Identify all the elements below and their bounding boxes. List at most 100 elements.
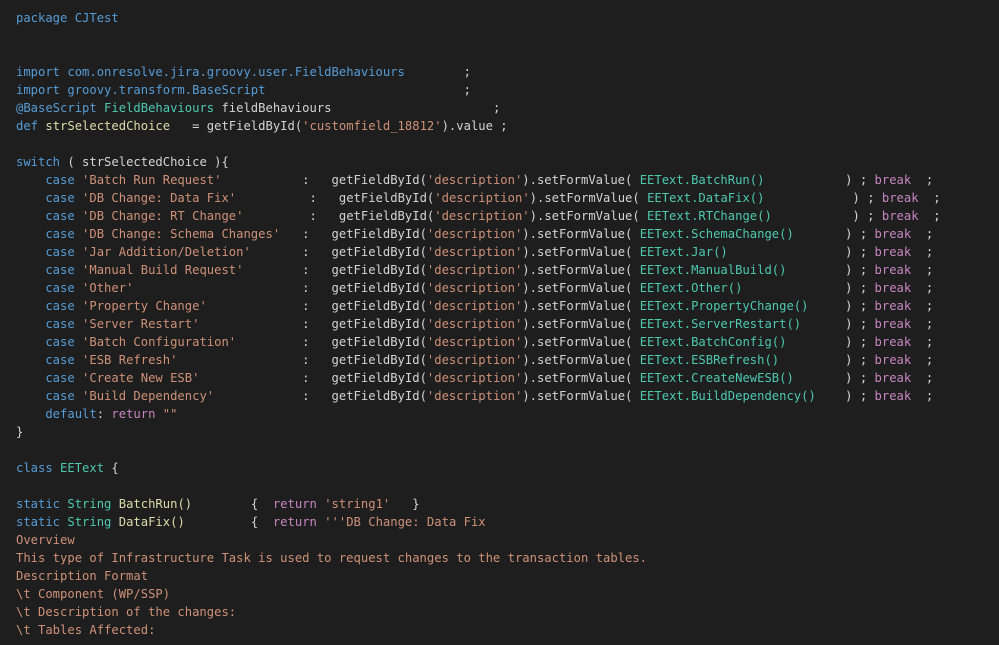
code-token: ; [918, 191, 941, 205]
code-token: ).setFormValue( [522, 371, 640, 385]
code-token: : getFieldById( [206, 299, 427, 313]
code-token: 'Server Restart' [74, 317, 200, 331]
code-token: break [874, 389, 912, 403]
code-line[interactable]: This type of Infrastructure Task is used… [16, 549, 647, 567]
code-token: strSelectedChoice [38, 119, 171, 133]
code-token: break [874, 263, 912, 277]
code-token: break [874, 353, 912, 367]
code-token: 'Build Dependency' [74, 389, 215, 403]
code-token: 'description' [426, 281, 523, 295]
code-token: ) ; [793, 227, 875, 241]
code-token: .ServerRestart() [683, 317, 802, 331]
code-token: EEText [639, 263, 684, 277]
code-token: ; [911, 353, 934, 367]
code-editor[interactable]: package CJTest import com.onresolve.jira.… [0, 0, 999, 645]
code-token: EEText [639, 281, 684, 295]
code-line[interactable]: case 'Create New ESB' : getFieldById('de… [16, 369, 933, 387]
code-token: { [184, 515, 273, 529]
code-line[interactable]: case 'Batch Run Request' : getFieldById(… [16, 171, 933, 189]
code-line[interactable]: case 'Build Dependency' : getFieldById('… [16, 387, 933, 405]
code-line[interactable]: } [16, 423, 23, 441]
code-line[interactable]: case 'Batch Configuration' : getFieldByI… [16, 333, 933, 351]
code-token: break [874, 173, 912, 187]
code-token: ; [911, 371, 934, 385]
code-token: break [881, 209, 919, 223]
code-line[interactable]: Overview [16, 531, 75, 549]
code-token: } [390, 497, 420, 511]
code-token: ).setFormValue( [522, 389, 640, 403]
code-token: \t Tables Affected: [16, 623, 156, 637]
code-token: com.onresolve.jira.groovy.user.FieldBeha… [60, 65, 405, 79]
code-line[interactable]: static String DataFix() { return '''DB C… [16, 513, 486, 531]
code-line[interactable]: Description Format [16, 567, 148, 585]
code-token: This type of Infrastructure Task is used… [16, 551, 648, 565]
code-token: case [16, 299, 75, 313]
code-token: Overview [16, 533, 75, 547]
code-token: 'description' [434, 209, 530, 223]
code-token: 'description' [426, 263, 523, 277]
code-token: EEText [639, 335, 684, 349]
code-token: ; [911, 281, 934, 295]
code-line[interactable]: @BaseScript FieldBehaviours fieldBehavio… [16, 99, 500, 117]
code-token: .Other() [683, 281, 743, 295]
code-token: ; [265, 83, 471, 97]
code-token: 'Batch Run Request' [74, 173, 222, 187]
code-token: break [881, 191, 919, 205]
code-line[interactable]: \t Tables Affected: [16, 621, 155, 639]
code-line[interactable]: case 'Manual Build Request' : getFieldBy… [16, 261, 933, 279]
code-line[interactable]: package CJTest [16, 9, 119, 27]
code-token: ).setFormValue( [522, 173, 640, 187]
code-token: ; [331, 101, 501, 115]
code-line[interactable]: default: return "" [16, 405, 177, 423]
code-line[interactable]: \t Component (WP/SSP) [16, 585, 170, 603]
code-line[interactable]: class EEText { [16, 459, 119, 477]
code-token: : getFieldById( [133, 281, 427, 295]
code-token: .ManualBuild() [683, 263, 787, 277]
code-token: EEText [639, 299, 684, 313]
code-token: 'description' [426, 173, 523, 187]
code-line[interactable]: case 'Property Change' : getFieldById('d… [16, 297, 933, 315]
code-token: 'Batch Configuration' [74, 335, 237, 349]
code-line[interactable]: case 'Other' : getFieldById('description… [16, 279, 933, 297]
code-line[interactable]: switch ( strSelectedChoice ){ [16, 153, 229, 171]
code-token: .PropertyChange() [683, 299, 809, 313]
code-line[interactable]: case 'DB Change: Data Fix' : getFieldByI… [16, 189, 941, 207]
code-token: ; [911, 263, 934, 277]
code-token: ) ; [801, 317, 875, 331]
code-token: ) ; [808, 299, 875, 313]
code-token: ; [911, 173, 934, 187]
code-token: case [16, 191, 75, 205]
code-token: default [16, 407, 97, 421]
code-token: EEText [639, 389, 684, 403]
code-token: \t Component (WP/SSP) [16, 587, 171, 601]
code-token: ; [404, 65, 471, 79]
code-line[interactable]: case 'DB Change: RT Change' : getFieldBy… [16, 207, 940, 225]
code-token: : getFieldById( [243, 209, 435, 223]
code-line[interactable]: import groovy.transform.BaseScript ; [16, 81, 471, 99]
code-line[interactable]: case 'ESB Refresh' : getFieldById('descr… [16, 351, 933, 369]
code-token: 'DB Change: Data Fix' [74, 191, 237, 205]
code-token: static [16, 515, 61, 529]
code-token: ).setFormValue( [522, 317, 640, 331]
code-token: : getFieldById( [199, 317, 427, 331]
code-line[interactable]: \t Description of the changes: [16, 603, 236, 621]
code-line[interactable]: case 'Jar Addition/Deletion' : getFieldB… [16, 243, 933, 261]
code-line[interactable]: static String BatchRun() { return 'strin… [16, 495, 420, 513]
code-token: 'description' [426, 371, 523, 385]
code-token: ) ; [742, 281, 875, 295]
code-line[interactable]: case 'Server Restart' : getFieldById('de… [16, 315, 933, 333]
code-line[interactable]: def strSelectedChoice = getFieldById('cu… [16, 117, 508, 135]
code-line[interactable]: import com.onresolve.jira.groovy.user.Fi… [16, 63, 471, 81]
code-token: ).setFormValue( [522, 299, 640, 313]
code-token: case [16, 209, 75, 223]
code-line[interactable]: case 'DB Change: Schema Changes' : getFi… [16, 225, 933, 243]
code-token: ).setFormValue( [522, 335, 640, 349]
code-token: CJTest [67, 11, 119, 25]
code-token: : getFieldById( [243, 263, 427, 277]
code-token: : getFieldById( [280, 227, 427, 241]
code-token: Description Format [16, 569, 149, 583]
code-token: { [192, 497, 273, 511]
code-token: : getFieldById( [250, 245, 427, 259]
code-token: 'string1' [316, 497, 391, 511]
code-token: 'description' [434, 191, 530, 205]
